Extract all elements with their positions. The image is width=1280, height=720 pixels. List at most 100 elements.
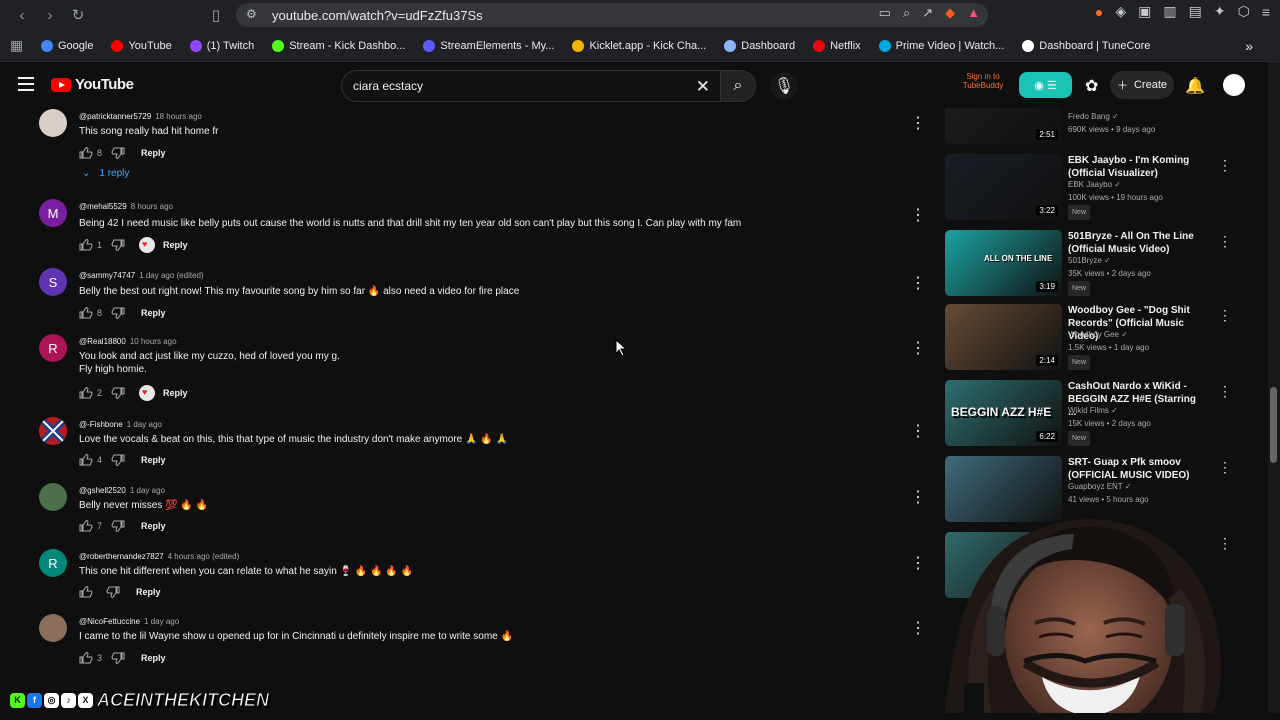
video-thumbnail[interactable]: BEGGIN AZZ H#E 6:22	[945, 380, 1062, 446]
tubebuddy-button[interactable]: ◉ ☰	[1019, 72, 1072, 98]
comment-author[interactable]: @gshell2520	[79, 486, 126, 495]
comment-menu-icon[interactable]: ⋮	[910, 276, 926, 294]
hamburger-menu-icon[interactable]	[18, 77, 34, 91]
video-channel[interactable]: Guapboyz ENT	[1068, 482, 1123, 491]
forward-icon[interactable]: ›	[36, 1, 64, 29]
comment-author[interactable]: @patricktanner5729	[79, 112, 151, 121]
reply-button[interactable]: Reply	[141, 455, 166, 465]
video-channel[interactable]: Fredo Bang	[1068, 112, 1110, 121]
comment-avatar[interactable]	[39, 614, 67, 642]
like-icon[interactable]	[79, 147, 93, 159]
comment-menu-icon[interactable]: ⋮	[910, 116, 926, 134]
comment-avatar[interactable]	[39, 483, 67, 511]
bookmark-6[interactable]: Dashboard	[715, 39, 804, 52]
sidebar-icon[interactable]: ▥	[1163, 3, 1176, 20]
bookmark-4[interactable]: StreamElements - My...	[414, 39, 563, 52]
video-title[interactable]: EBK Jaaybo - I'm Koming (Official Visual…	[1068, 154, 1206, 180]
vpn-icon[interactable]: ⬡	[1238, 3, 1250, 20]
dislike-icon[interactable]	[111, 239, 125, 251]
comment-time[interactable]: 1 day ago (edited)	[139, 271, 204, 280]
refresh-icon[interactable]: ↻	[64, 1, 92, 29]
comment-author[interactable]: @roberthernandez7827	[79, 552, 164, 561]
ai-icon[interactable]: ✦	[1214, 3, 1226, 20]
comment-author[interactable]: @mehal5529	[79, 202, 127, 211]
recommended-video[interactable]: BEGGIN AZZ H#E 6:22 CashOut Nardo x WiKid …	[944, 380, 1232, 450]
youtube-logo[interactable]: YouTube	[51, 76, 134, 93]
bookmark-9[interactable]: Dashboard | TuneCore	[1013, 39, 1159, 52]
bookmark-2[interactable]: (1) Twitch	[181, 39, 263, 52]
video-menu-icon[interactable]: ⋮	[1218, 307, 1232, 323]
dislike-icon[interactable]	[111, 652, 125, 664]
comment-time[interactable]: 1 day ago	[144, 617, 179, 626]
extension-icon[interactable]: ●	[1095, 4, 1103, 20]
dislike-icon[interactable]	[111, 387, 125, 399]
dislike-icon[interactable]	[111, 520, 125, 532]
notifications-icon[interactable]: 🔔	[1183, 74, 1207, 98]
comment-avatar[interactable]: M	[39, 199, 67, 227]
comment-menu-icon[interactable]: ⋮	[910, 208, 926, 226]
zoom-icon[interactable]: ⌕	[903, 5, 910, 21]
comment-time[interactable]: 10 hours ago	[130, 337, 177, 346]
like-icon[interactable]	[79, 387, 93, 399]
video-thumbnail[interactable]: 3:22	[945, 154, 1062, 220]
recommended-video[interactable]: 2:14 Woodboy Gee - "Dog Shit Records" (Of…	[944, 304, 1232, 374]
page-scrollbar[interactable]	[1268, 62, 1280, 720]
account-avatar[interactable]	[1223, 74, 1245, 96]
reply-button[interactable]: Reply	[141, 148, 166, 158]
dislike-icon[interactable]	[111, 147, 125, 159]
more-bookmarks-icon[interactable]: »	[1245, 38, 1253, 54]
video-menu-icon[interactable]: ⋮	[1218, 459, 1232, 475]
comment-author[interactable]: @-Fishbone	[79, 420, 123, 429]
reply-button[interactable]: Reply	[163, 240, 188, 250]
video-menu-icon[interactable]: ⋮	[1218, 157, 1232, 173]
address-bar[interactable]: ⚙ youtube.com/watch?v=udFzZfu37Ss ▭ ⌕ ↗ …	[236, 3, 988, 27]
rewards-icon[interactable]: ▲	[967, 5, 980, 21]
bookmark-7[interactable]: Netflix	[804, 39, 870, 52]
tubebuddy-signin-link[interactable]: Sign in to TubeBuddy	[951, 72, 1015, 91]
like-icon[interactable]	[79, 652, 93, 664]
like-icon[interactable]	[79, 586, 93, 598]
comment-avatar[interactable]: R	[39, 334, 67, 362]
search-input[interactable]: ciara ecstacy ✕	[341, 70, 721, 102]
bookmark-1[interactable]: YouTube	[102, 39, 180, 52]
video-channel[interactable]: 501Bryze	[1068, 256, 1102, 265]
comment-time[interactable]: 4 hours ago (edited)	[168, 552, 240, 561]
video-channel[interactable]: Wikid Films	[1068, 406, 1109, 415]
comment-time[interactable]: 1 day ago	[130, 486, 165, 495]
like-icon[interactable]	[79, 454, 93, 466]
dislike-icon[interactable]	[111, 307, 125, 319]
reply-button[interactable]: Reply	[163, 388, 188, 398]
reply-button[interactable]: Reply	[141, 521, 166, 531]
bookmark-0[interactable]: Google	[32, 39, 102, 52]
comment-author[interactable]: @NicoFettuccine	[79, 617, 140, 626]
recommended-video[interactable]: 3:22 EBK Jaaybo - I'm Koming (Official Vi…	[944, 154, 1232, 224]
video-thumbnail[interactable]: ALL ON THE LINE 3:19	[945, 230, 1062, 296]
video-thumbnail[interactable]: 2:14	[945, 304, 1062, 370]
video-menu-icon[interactable]: ⋮	[1218, 383, 1232, 399]
video-title[interactable]: 501Bryze - All On The Line (Official Mus…	[1068, 230, 1206, 256]
apps-icon[interactable]: ▦	[10, 37, 32, 54]
bookmark-icon[interactable]: ▯	[202, 1, 230, 29]
site-settings-icon[interactable]: ⚙	[246, 7, 257, 21]
search-button[interactable]: ⌕	[720, 70, 756, 102]
like-icon[interactable]	[79, 239, 93, 251]
like-icon[interactable]	[79, 307, 93, 319]
brave-shield-icon[interactable]: ◆	[945, 5, 955, 21]
video-title[interactable]: SRT- Guap x Pfk smoov (OFFICIAL MUSIC VI…	[1068, 456, 1206, 482]
video-menu-icon[interactable]: ⋮	[1218, 233, 1232, 249]
clear-search-icon[interactable]: ✕	[696, 77, 710, 97]
bookmark-8[interactable]: Prime Video | Watch...	[870, 39, 1014, 52]
like-icon[interactable]	[79, 520, 93, 532]
puzzle-icon[interactable]: ◈	[1115, 3, 1126, 20]
back-icon[interactable]: ‹	[8, 1, 36, 29]
reply-button[interactable]: Reply	[136, 587, 161, 597]
comment-time[interactable]: 18 hours ago	[155, 112, 202, 121]
comment-menu-icon[interactable]: ⋮	[910, 341, 926, 359]
comment-author[interactable]: @Real18800	[79, 337, 126, 346]
recommended-video[interactable]: ALL ON THE LINE 3:19 501Bryze - All On The…	[944, 230, 1232, 300]
cast-icon[interactable]: ▭	[879, 5, 891, 21]
comment-menu-icon[interactable]: ⋮	[910, 424, 926, 442]
comment-time[interactable]: 8 hours ago	[131, 202, 173, 211]
dislike-icon[interactable]	[106, 586, 120, 598]
video-thumbnail[interactable]: 2:51	[945, 108, 1062, 144]
